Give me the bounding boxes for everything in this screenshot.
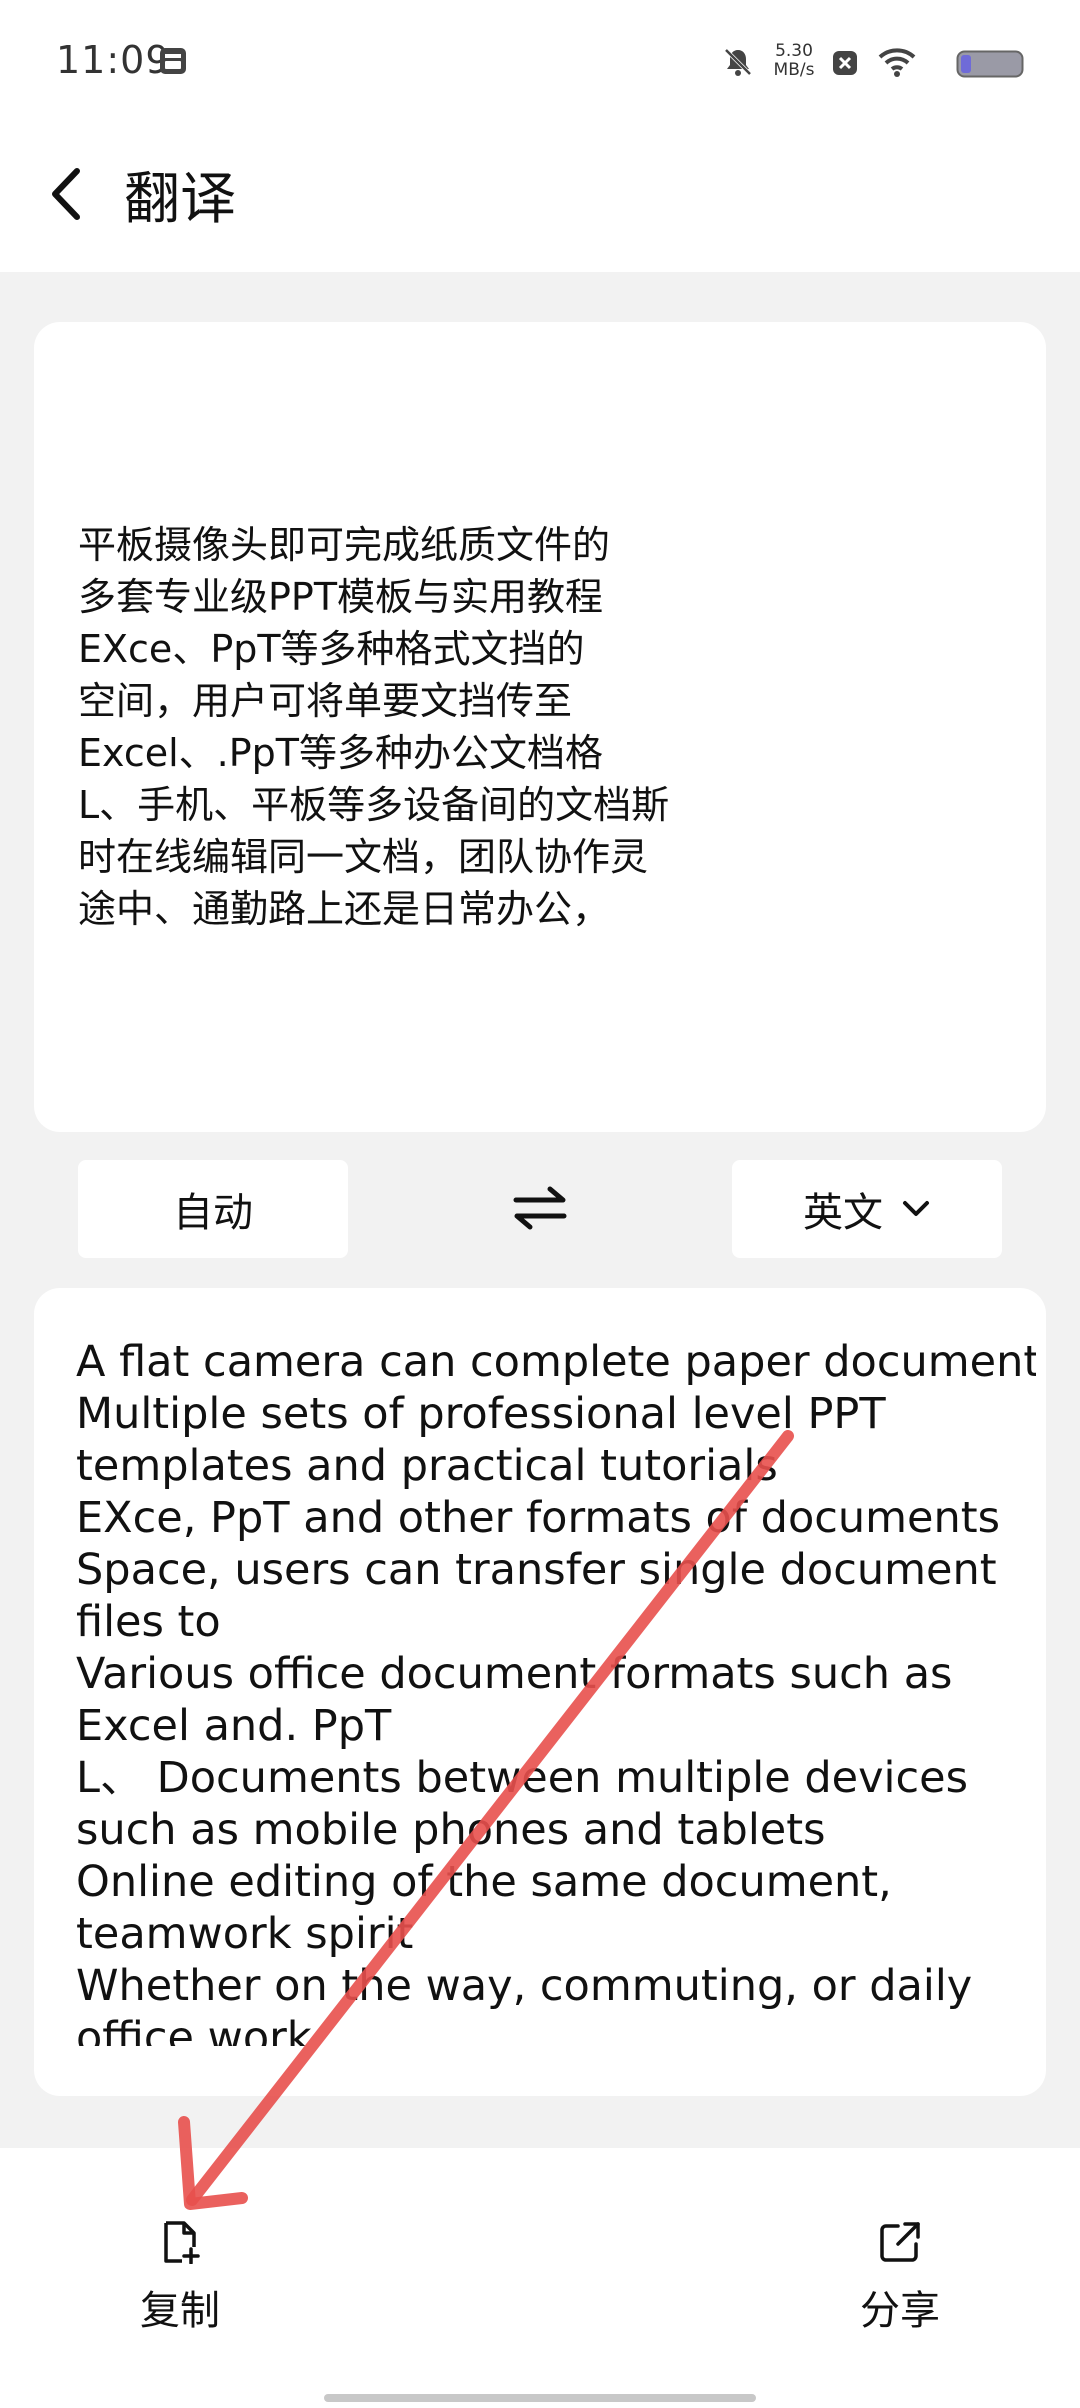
page-title: 翻译 bbox=[124, 167, 236, 232]
source-line: 时在线编辑同一文档，团队协作灵 bbox=[78, 835, 649, 879]
source-line: L、手机、平板等多设备间的文档斯 bbox=[78, 783, 670, 827]
target-language-label: 英文 bbox=[803, 1190, 883, 1236]
copy-button[interactable]: 复制 bbox=[110, 2220, 250, 2336]
result-line: A flat camera can complete paper documen… bbox=[76, 1337, 1036, 1387]
source-language-label: 自动 bbox=[173, 1190, 253, 1236]
notification-icon bbox=[158, 46, 188, 80]
mute-icon bbox=[722, 46, 754, 82]
app-header: 翻译 bbox=[0, 130, 1080, 272]
result-line: L、 Documents between multiple devices bbox=[76, 1753, 968, 1803]
status-time: 11:09 bbox=[56, 38, 171, 82]
result-line: Online editing of the same document, bbox=[76, 1857, 892, 1907]
source-line: 平板摄像头即可完成纸质文件的 bbox=[78, 523, 611, 567]
bottom-action-bar: 复制 分享 bbox=[0, 2148, 1080, 2408]
share-icon bbox=[878, 2220, 922, 2264]
network-speed: 5.30 MB/s bbox=[764, 42, 824, 80]
battery-icon bbox=[956, 50, 1024, 82]
result-line: files to bbox=[76, 1597, 221, 1647]
source-line: EXce、PpT等多种格式文挡的 bbox=[78, 627, 585, 671]
wifi-icon bbox=[878, 46, 916, 82]
speed-unit: MB/s bbox=[773, 60, 815, 80]
close-box-icon bbox=[832, 50, 858, 80]
source-line: 多套专业级PPT模板与实用教程 bbox=[78, 575, 604, 619]
share-button[interactable]: 分享 bbox=[830, 2220, 970, 2336]
chevron-down-icon bbox=[901, 1199, 931, 1219]
source-text: 平板摄像头即可完成纸质文件的 多套专业级PPT模板与实用教程 EXce、PpT等… bbox=[78, 519, 669, 935]
result-line: Whether on the way, commuting, or daily bbox=[76, 1961, 973, 2011]
result-line: EXce, PpT and other formats of documents bbox=[76, 1493, 1001, 1543]
copy-label: 复制 bbox=[140, 2288, 220, 2334]
translation-result-text: A flat camera can complete paper documen… bbox=[76, 1336, 1036, 2046]
source-line: 空间，用户可将单要文挡传至 bbox=[78, 679, 573, 723]
target-language-button[interactable]: 英文 bbox=[732, 1160, 1002, 1258]
source-line: Excel、.PpT等多种办公文档格 bbox=[78, 731, 603, 775]
result-line: office work, bbox=[76, 2013, 326, 2046]
result-line: Various office document formats such as bbox=[76, 1649, 953, 1699]
status-bar: 11:09 5.30 MB/s bbox=[0, 0, 1080, 130]
result-line: templates and practical tutorials bbox=[76, 1441, 778, 1491]
swap-languages-button[interactable] bbox=[500, 1182, 580, 1238]
source-language-button[interactable]: 自动 bbox=[78, 1160, 348, 1258]
result-line: such as mobile phones and tablets bbox=[76, 1805, 826, 1855]
language-selector-row: 自动 英文 bbox=[0, 1160, 1080, 1260]
result-line: teamwork spirit bbox=[76, 1909, 414, 1959]
result-line: Excel and. PpT bbox=[76, 1701, 392, 1751]
source-line: 途中、通勤路上还是日常办公， bbox=[78, 887, 611, 931]
home-indicator[interactable] bbox=[324, 2394, 756, 2402]
back-arrow-icon bbox=[49, 167, 83, 225]
source-text-card[interactable]: 平板摄像头即可完成纸质文件的 多套专业级PPT模板与实用教程 EXce、PpT等… bbox=[34, 322, 1046, 1132]
translation-result-card: A flat camera can complete paper documen… bbox=[34, 1288, 1046, 2096]
speed-value: 5.30 bbox=[775, 41, 813, 61]
result-line: Multiple sets of professional level PPT bbox=[76, 1389, 886, 1439]
back-button[interactable] bbox=[36, 156, 96, 236]
result-line: Space, users can transfer single documen… bbox=[76, 1545, 997, 1595]
copy-icon bbox=[158, 2220, 202, 2265]
share-label: 分享 bbox=[860, 2288, 940, 2334]
swap-icon bbox=[512, 1185, 568, 1235]
